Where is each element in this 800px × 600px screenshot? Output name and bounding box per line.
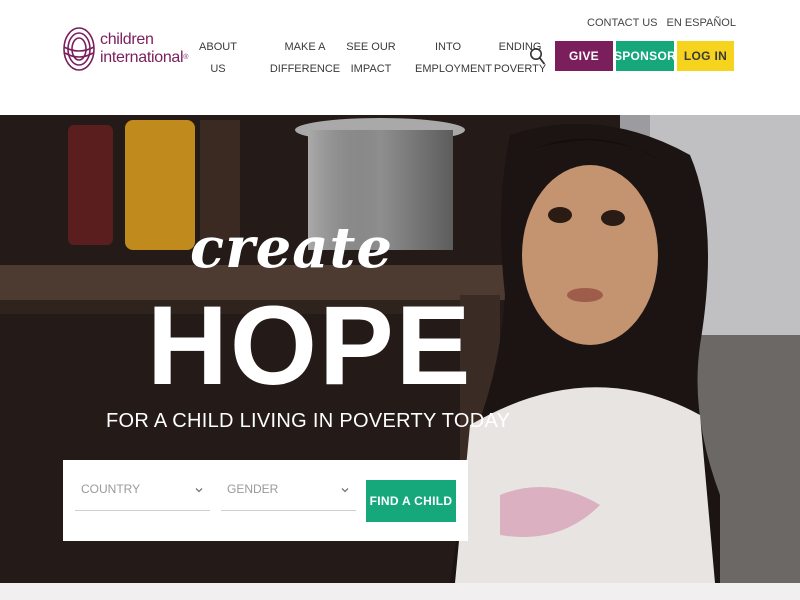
nav-item-label: EMPLOYMENT	[415, 63, 493, 75]
en-espanol-link[interactable]: EN ESPAÑOL	[667, 17, 737, 29]
nav-item-label: MAKE A	[284, 41, 326, 53]
hero-banner: create HOPE FOR A CHILD LIVING IN POVERT…	[0, 115, 800, 583]
logo-line-2: international	[100, 49, 184, 66]
log-in-button[interactable]: LOG IN	[677, 41, 734, 71]
nav-item-label: SEE OUR	[346, 41, 396, 53]
give-button[interactable]: GIVE	[555, 41, 613, 71]
chevron-down-icon	[341, 488, 349, 493]
nav-item-about-us[interactable]: ABOUT US	[195, 36, 241, 80]
logo-rings-icon	[63, 27, 95, 71]
contact-us-link[interactable]: CONTACT US	[587, 17, 658, 29]
hero-headline-create: create	[190, 215, 394, 281]
site-logo[interactable]: children international®	[62, 22, 188, 76]
gender-select-label: GENDER	[227, 482, 279, 496]
site-header: children international® ABOUT US MAKE A …	[0, 0, 800, 115]
logo-line-1: children	[100, 31, 154, 48]
page-bottom-strip	[0, 583, 800, 600]
hero-headline-hope: HOPE	[147, 283, 473, 408]
nav-item-label: DIFFERENCE	[269, 63, 341, 75]
nav-item-label: ABOUT	[199, 41, 237, 53]
registered-mark: ®	[183, 54, 189, 61]
hero-subheadline: FOR A CHILD LIVING IN POVERTY TODAY	[106, 410, 511, 432]
logo-wordmark: children international®	[100, 31, 188, 67]
nav-item-see-our-impact[interactable]: SEE OUR IMPACT	[343, 36, 399, 80]
nav-item-label: INTO	[434, 41, 462, 53]
gender-select[interactable]: GENDER	[221, 477, 356, 511]
find-a-child-form: COUNTRY GENDER FIND A CHILD	[63, 460, 468, 541]
find-a-child-button[interactable]: FIND A CHILD	[366, 480, 456, 522]
utility-nav: CONTACT US EN ESPAÑOL	[587, 17, 736, 29]
chevron-down-icon	[195, 488, 203, 493]
nav-item-into-employment[interactable]: INTO EMPLOYMENT	[415, 36, 493, 80]
search-icon[interactable]	[529, 47, 545, 65]
nav-item-label: US	[210, 63, 226, 75]
country-select-label: COUNTRY	[81, 482, 141, 496]
main-nav: ABOUT US MAKE A DIFFERENCE SEE OUR IMPAC…	[195, 36, 548, 80]
nav-item-make-a-difference[interactable]: MAKE A DIFFERENCE	[266, 36, 344, 80]
country-select[interactable]: COUNTRY	[75, 477, 210, 511]
nav-item-label: IMPACT	[350, 63, 392, 75]
sponsor-button[interactable]: SPONSOR	[614, 41, 676, 71]
